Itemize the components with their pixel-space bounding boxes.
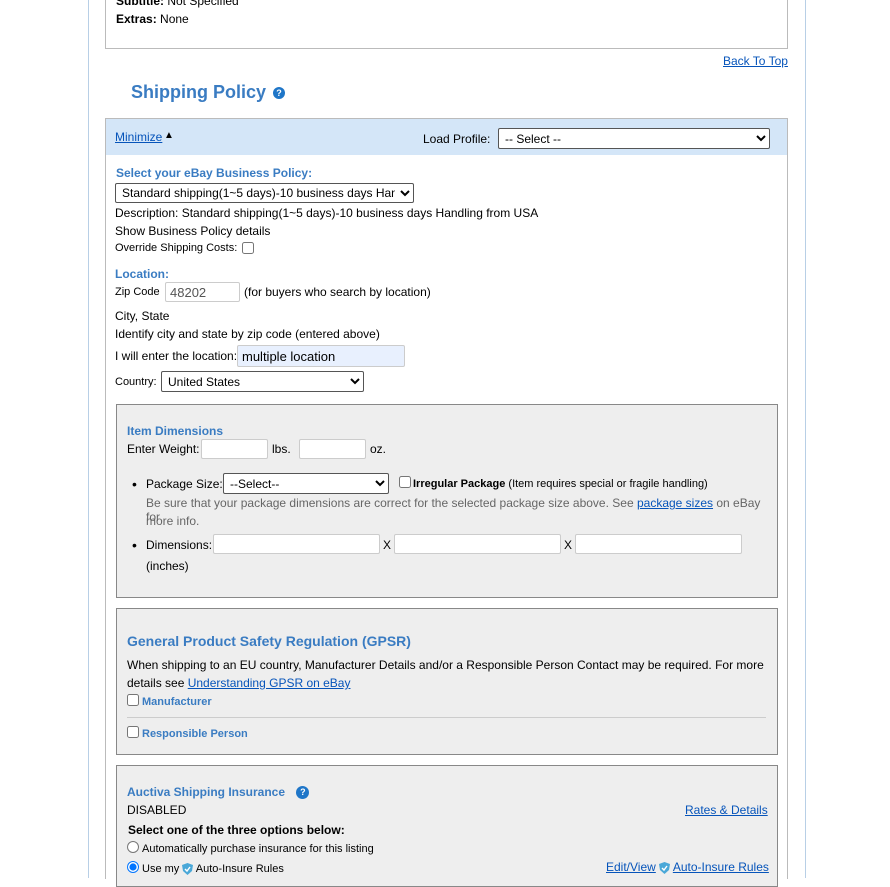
weight-lbs-input[interactable] <box>201 439 268 459</box>
bullet: • <box>132 537 137 553</box>
weight-oz-input[interactable] <box>299 439 366 459</box>
responsible-person-label: Responsible Person <box>142 728 248 740</box>
package-size-select[interactable]: --Select-- <box>223 473 389 494</box>
insurance-options-text: Select one of the three options below: <box>128 823 345 837</box>
gpsr-text: When shipping to an EU country, Manufact… <box>127 658 764 672</box>
dimension-width-input[interactable] <box>394 534 561 554</box>
dimension-length-input[interactable] <box>213 534 380 554</box>
override-shipping-checkbox[interactable] <box>242 242 255 255</box>
minimize-arrow-icon[interactable]: ▲ <box>164 130 174 141</box>
x-separator: X <box>564 538 573 552</box>
use-auto-insure-radio[interactable] <box>127 861 139 873</box>
manufacturer-label: Manufacturer <box>142 696 212 708</box>
item-dimensions-heading: Item Dimensions <box>127 424 224 438</box>
irregular-package-checkbox[interactable] <box>399 476 411 488</box>
identify-city-text: Identify city and state by zip code (ent… <box>115 327 380 341</box>
zip-hint: (for buyers who search by location) <box>244 285 431 299</box>
load-profile-label: Load Profile: <box>423 132 491 146</box>
zip-code-input[interactable] <box>165 282 240 302</box>
show-policy-details[interactable]: Show Business Policy details <box>115 224 270 238</box>
auto-purchase-radio[interactable] <box>127 841 139 853</box>
country-select[interactable]: United States <box>161 371 364 392</box>
x-separator: X <box>383 538 392 552</box>
edit-auto-insure: Edit/View Auto-Insure Rules <box>606 860 769 874</box>
extras-row: Extras: None <box>116 12 189 26</box>
country-label: Country: <box>115 376 157 388</box>
insurance-status: DISABLED <box>127 803 187 817</box>
business-policy-heading: Select your eBay Business Policy: <box>116 166 313 180</box>
zip-label: Zip Code <box>115 286 160 298</box>
dimension-height-input[interactable] <box>575 534 742 554</box>
load-profile-select[interactable]: -- Select -- <box>498 128 770 149</box>
insurance-help-icon[interactable]: ? <box>296 786 310 800</box>
package-note-line2: more info. <box>146 514 200 528</box>
item-dimensions-panel: Item Dimensions Enter Weight: lbs. oz. •… <box>116 404 778 598</box>
location-input[interactable] <box>237 345 405 367</box>
back-to-top-link[interactable]: Back To Top <box>723 54 788 68</box>
lbs-unit: lbs. <box>272 442 291 456</box>
override-shipping-row: Override Shipping Costs: <box>115 242 255 255</box>
shipping-policy-box: Minimize ▲ Load Profile: -- Select -- Se… <box>105 118 788 887</box>
irregular-package-label: Irregular Package (Item requires special… <box>413 478 708 490</box>
listing-summary-box: Subtitle: Not Specified Extras: None <box>105 0 788 49</box>
gpsr-heading: General Product Safety Regulation (GPSR) <box>127 633 411 649</box>
responsible-person-checkbox[interactable] <box>127 726 139 738</box>
help-icon[interactable]: ? <box>273 87 286 100</box>
manufacturer-checkbox[interactable] <box>127 694 139 706</box>
gpsr-divider <box>127 717 766 718</box>
auto-purchase-label: Automatically purchase insurance for thi… <box>142 843 374 855</box>
weight-label: Enter Weight: <box>127 442 200 456</box>
subtitle-row: Subtitle: Not Specified <box>116 0 239 8</box>
business-policy-select[interactable]: Standard shipping(1~5 days)-10 business … <box>115 183 414 203</box>
page-title: Shipping Policy ? <box>131 82 286 103</box>
profile-bar: Minimize ▲ Load Profile: -- Select -- <box>106 119 787 155</box>
minimize-link[interactable]: Minimize <box>115 130 162 144</box>
enter-location-label: I will enter the location: <box>115 349 238 363</box>
rates-details-link[interactable]: Rates & Details <box>685 803 768 817</box>
inches-unit: (inches) <box>146 559 189 573</box>
edit-view-link[interactable]: Edit/View <box>606 860 656 874</box>
auto-insure-rules-link[interactable]: Auto-Insure Rules <box>673 860 769 874</box>
gpsr-text-line2: details see Understanding GPSR on eBay <box>127 676 351 690</box>
dimensions-label: Dimensions: <box>146 538 213 552</box>
shield-icon <box>659 861 671 874</box>
policy-description: Description: Standard shipping(1~5 days)… <box>115 206 539 220</box>
oz-unit: oz. <box>370 442 387 456</box>
package-sizes-link[interactable]: package sizes <box>637 496 713 510</box>
gpsr-link[interactable]: Understanding GPSR on eBay <box>188 676 351 690</box>
shield-icon <box>182 863 194 876</box>
city-state-label: City, State <box>115 309 170 323</box>
insurance-heading: Auctiva Shipping Insurance ? <box>127 785 310 800</box>
insurance-panel: Auctiva Shipping Insurance ? DISABLED Ra… <box>116 765 778 887</box>
use-auto-insure-label: Use my Auto-Insure Rules <box>142 863 284 876</box>
package-note: Be sure that your package dimensions are… <box>146 496 761 524</box>
location-heading: Location: <box>115 267 169 281</box>
package-size-label: Package Size: <box>146 477 223 491</box>
gpsr-panel: General Product Safety Regulation (GPSR)… <box>116 608 778 755</box>
bullet: • <box>132 476 137 492</box>
